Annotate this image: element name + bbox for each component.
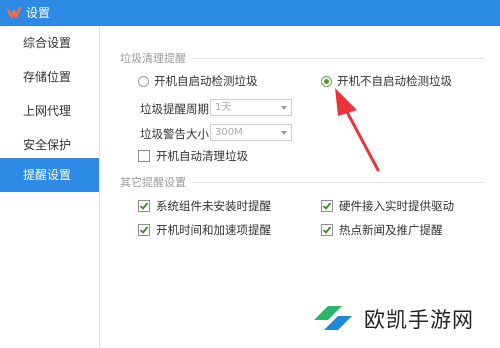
watermark-logo-icon <box>314 306 352 330</box>
annotation-arrow-icon <box>335 88 380 172</box>
watermark-text: 欧凯手游网 <box>364 308 474 332</box>
